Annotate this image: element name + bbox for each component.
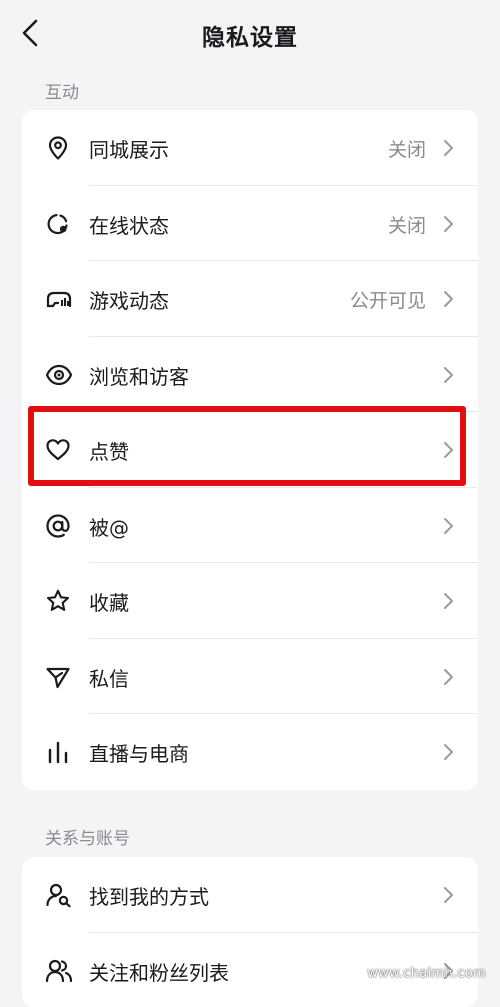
chevron-right-icon bbox=[442, 668, 454, 686]
row-label: 收藏 bbox=[89, 587, 129, 616]
chevron-right-icon bbox=[442, 592, 454, 610]
followers-icon bbox=[45, 958, 71, 984]
section-title-relationship-account: 关系与账号 bbox=[45, 824, 130, 849]
row-value: 公开可见 bbox=[350, 286, 426, 313]
chevron-right-icon bbox=[442, 517, 454, 535]
page-title: 隐私设置 bbox=[0, 18, 500, 52]
star-icon bbox=[45, 588, 71, 614]
row-label: 直播与电商 bbox=[89, 738, 189, 767]
chevron-right-icon bbox=[442, 215, 454, 233]
send-icon bbox=[45, 664, 71, 690]
row-value: 关闭 bbox=[388, 135, 426, 162]
chevron-right-icon bbox=[442, 743, 454, 761]
settings-row-direct-messages[interactable]: 私信 bbox=[22, 639, 478, 715]
eye-icon bbox=[45, 362, 71, 388]
watermark: www.chaimh.com bbox=[367, 966, 486, 981]
settings-row-ways-to-find-me[interactable]: 找到我的方式 bbox=[22, 857, 478, 933]
settings-row-favorites[interactable]: 收藏 bbox=[22, 563, 478, 639]
settings-row-browse-visitors[interactable]: 浏览和访客 bbox=[22, 337, 478, 413]
row-label: 浏览和访客 bbox=[89, 361, 189, 390]
location-pin-icon bbox=[45, 135, 71, 161]
live-bars-icon bbox=[45, 739, 71, 765]
row-label: 关注和粉丝列表 bbox=[89, 957, 229, 986]
gamepad-icon bbox=[45, 286, 71, 312]
settings-row-game-activity[interactable]: 游戏动态 公开可见 bbox=[22, 261, 478, 337]
online-status-icon bbox=[45, 211, 71, 237]
settings-row-live-commerce[interactable]: 直播与电商 bbox=[22, 714, 478, 790]
header: 隐私设置 bbox=[0, 0, 500, 70]
row-label: 游戏动态 bbox=[89, 285, 169, 314]
row-label: 同城展示 bbox=[89, 134, 169, 163]
chevron-right-icon bbox=[442, 290, 454, 308]
row-label: 私信 bbox=[89, 663, 129, 692]
at-icon bbox=[45, 513, 71, 539]
relationship-settings-card: 找到我的方式 关注和粉丝列表 bbox=[22, 857, 478, 1007]
row-value: 关闭 bbox=[388, 211, 426, 238]
find-user-icon bbox=[45, 882, 71, 908]
settings-row-city-display[interactable]: 同城展示 关闭 bbox=[22, 110, 478, 186]
chevron-right-icon bbox=[442, 366, 454, 384]
chevron-right-icon bbox=[442, 886, 454, 904]
settings-row-online-status[interactable]: 在线状态 关闭 bbox=[22, 186, 478, 262]
chevron-right-icon bbox=[442, 139, 454, 157]
row-label: 被@ bbox=[89, 512, 129, 541]
settings-row-mentions[interactable]: 被@ bbox=[22, 488, 478, 564]
highlight-box bbox=[28, 406, 466, 486]
section-title-interaction: 互动 bbox=[45, 78, 79, 103]
row-label: 在线状态 bbox=[89, 210, 169, 239]
row-label: 找到我的方式 bbox=[89, 881, 209, 910]
